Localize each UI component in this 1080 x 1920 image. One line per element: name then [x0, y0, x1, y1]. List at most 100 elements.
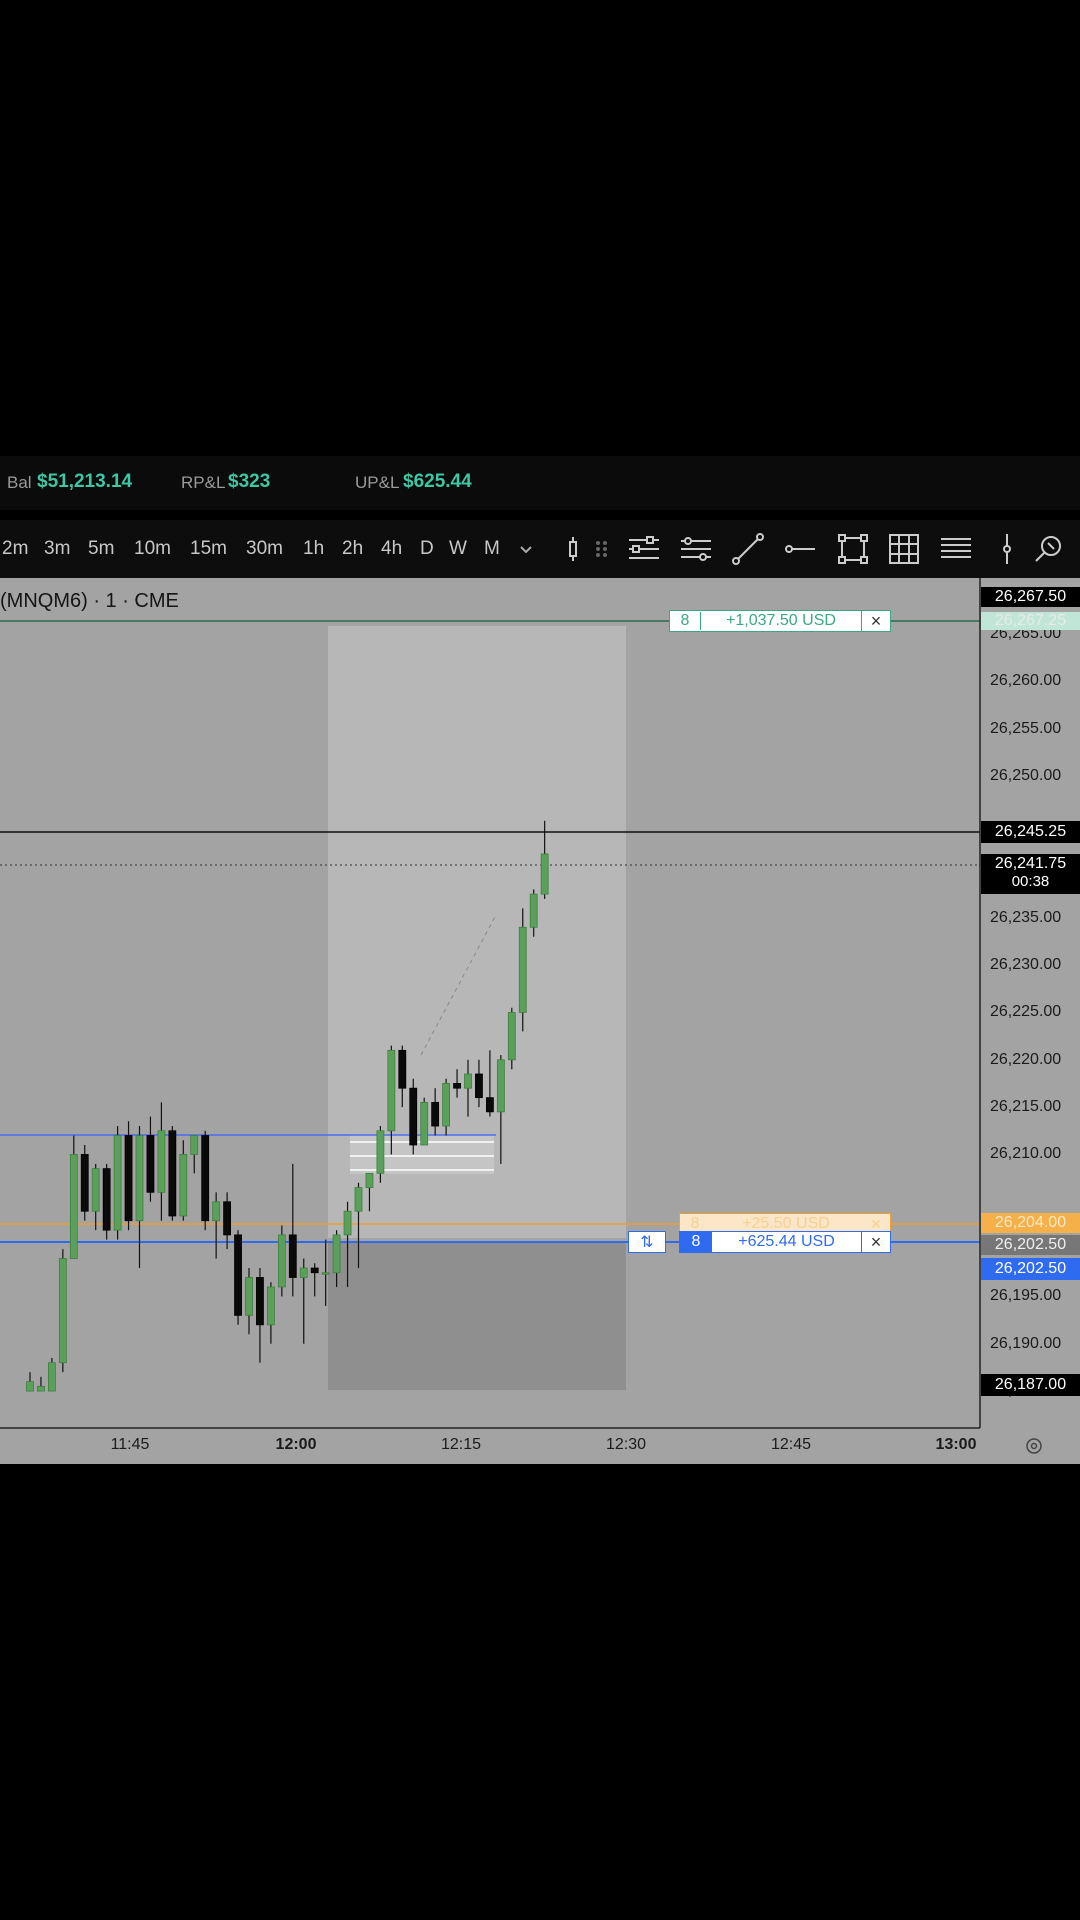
- loss-zone: [328, 1242, 626, 1390]
- horizontal-lines-icon[interactable]: [627, 532, 661, 566]
- chart-toolbar: 2m 3m 5m 10m 15m 30m 1h 2h 4h D W M: [0, 520, 1080, 578]
- price-tick-label: 26,220.00: [990, 1050, 1062, 1068]
- price-tick-label: 26,260.00: [990, 672, 1062, 690]
- candle-body: [266, 1286, 275, 1326]
- candle-body: [234, 1234, 242, 1316]
- price-tick-label: 26,235.00: [990, 908, 1062, 926]
- candle-body: [190, 1135, 199, 1155]
- vertical-line-icon[interactable]: [992, 532, 1022, 566]
- take-profit-qty: 8: [670, 612, 701, 630]
- price-tick-label: 26,255.00: [990, 719, 1062, 737]
- price-tag-order: 26,204.00: [981, 1213, 1080, 1233]
- drag-handle-icon[interactable]: [592, 532, 612, 566]
- candle-body: [409, 1087, 418, 1146]
- grid-icon[interactable]: [887, 532, 921, 566]
- candle-body: [245, 1277, 253, 1316]
- candle-body: [288, 1234, 297, 1278]
- candle-body: [398, 1049, 407, 1089]
- parallel-channel-icon[interactable]: [679, 532, 713, 566]
- timeframe-d[interactable]: D: [420, 538, 434, 560]
- symbol-label[interactable]: (MNQM6) · 1 · CME: [0, 590, 179, 613]
- price-tick-label: 26,210.00: [990, 1145, 1062, 1163]
- price-tick-label: 26,250.00: [990, 766, 1062, 784]
- position-pnl: +625.44 USD: [738, 1233, 835, 1250]
- timeframe-2m[interactable]: 2m: [2, 538, 28, 560]
- settings-icon[interactable]: [1024, 1436, 1044, 1456]
- price-tag-last: 26,241.75 00:38: [981, 854, 1080, 894]
- candle-body: [201, 1135, 210, 1222]
- candle-body: [212, 1201, 221, 1222]
- candle-body: [343, 1210, 352, 1236]
- position-close-button[interactable]: ×: [861, 1231, 890, 1253]
- candle-body: [37, 1385, 45, 1392]
- chevron-down-icon[interactable]: [516, 532, 536, 566]
- account-bar: Bal $51,213.14 RP&L $323 UP&L $625.44: [0, 456, 1080, 510]
- time-tick-label: 11:45: [110, 1436, 150, 1453]
- timeframe-1h[interactable]: 1h: [303, 538, 324, 560]
- timeframe-m[interactable]: M: [484, 538, 500, 560]
- candle-body: [420, 1101, 429, 1146]
- time-tick-label: 12:45: [770, 1436, 812, 1453]
- candle-body: [48, 1362, 56, 1392]
- bar-countdown: 00:38: [1011, 873, 1050, 890]
- candle-body: [124, 1135, 133, 1222]
- candle-body: [168, 1130, 177, 1217]
- timeframe-5m[interactable]: 5m: [88, 538, 114, 560]
- candle-body: [376, 1130, 385, 1174]
- candle-body: [299, 1267, 308, 1278]
- price-tick-label: 26,190.00: [990, 1334, 1062, 1352]
- timeframe-3m[interactable]: 3m: [44, 538, 70, 560]
- candle-body: [223, 1201, 232, 1236]
- candle-body: [518, 926, 527, 1013]
- rectangle-icon[interactable]: [836, 532, 870, 566]
- candle-body: [365, 1172, 374, 1188]
- magnify-icon[interactable]: [1033, 532, 1067, 566]
- position-qty: 8: [680, 1232, 712, 1252]
- price-tag-low: 26,187.00: [981, 1374, 1080, 1396]
- timeframe-w[interactable]: W: [449, 538, 467, 560]
- price-tag-session-high: 26,245.25: [981, 821, 1080, 843]
- timeframe-2h[interactable]: 2h: [342, 538, 363, 560]
- timeframe-4h[interactable]: 4h: [381, 538, 402, 560]
- price-chart[interactable]: (MNQM6) · 1 · CME 26,265.00 26,260.00 26,2…: [0, 578, 1080, 1464]
- balance-value: $51,213.14: [37, 471, 133, 492]
- price-tick-label: 26,195.00: [990, 1287, 1062, 1305]
- price-tick-label: 26,230.00: [990, 956, 1062, 974]
- price-tag-top: 26,267.50: [981, 587, 1080, 607]
- candle-body: [540, 853, 549, 895]
- timeframe-30m[interactable]: 30m: [246, 538, 283, 560]
- candle-body: [179, 1154, 188, 1217]
- candle-type-icon[interactable]: [565, 532, 587, 566]
- candle-body: [442, 1083, 451, 1127]
- time-tick-label: 12:15: [440, 1436, 482, 1453]
- take-profit-pnl: +1,037.50 USD: [726, 612, 836, 629]
- candle-body: [256, 1277, 264, 1326]
- candle-body: [431, 1101, 440, 1127]
- reverse-position-button[interactable]: ⇅: [628, 1231, 666, 1253]
- time-tick-label: 12:00: [275, 1436, 317, 1453]
- take-profit-close-button[interactable]: ×: [861, 610, 890, 632]
- timeframe-10m[interactable]: 10m: [134, 538, 171, 560]
- candle-body: [529, 893, 538, 928]
- candle-body: [332, 1234, 341, 1274]
- fib-levels-icon[interactable]: [939, 532, 973, 566]
- candle-body: [113, 1135, 122, 1231]
- trend-line-icon[interactable]: [731, 532, 765, 566]
- horizontal-ray-icon[interactable]: [783, 532, 817, 566]
- candle-body: [80, 1154, 89, 1212]
- candle-body: [507, 1012, 516, 1061]
- candle-body: [387, 1049, 396, 1132]
- open-position[interactable]: 8 +625.44 USD ×: [679, 1231, 891, 1253]
- time-tick-label: 12:30: [605, 1436, 647, 1453]
- candlestick-chart[interactable]: [0, 578, 1080, 1464]
- candle-body: [157, 1130, 166, 1193]
- timeframe-15m[interactable]: 15m: [190, 538, 227, 560]
- take-profit-order[interactable]: 8 +1,037.50 USD ×: [669, 610, 891, 632]
- candle-body: [453, 1083, 461, 1089]
- price-tag-entry: 26,202.50: [981, 1258, 1080, 1280]
- price-tag-take-profit: 26,267.25: [981, 612, 1080, 630]
- price-tick-label: 26,215.00: [990, 1098, 1062, 1116]
- last-price-value: 26,241.75: [994, 855, 1067, 872]
- time-axis-bg: [0, 1428, 1080, 1464]
- realized-pnl-label: RP&L: [181, 473, 226, 492]
